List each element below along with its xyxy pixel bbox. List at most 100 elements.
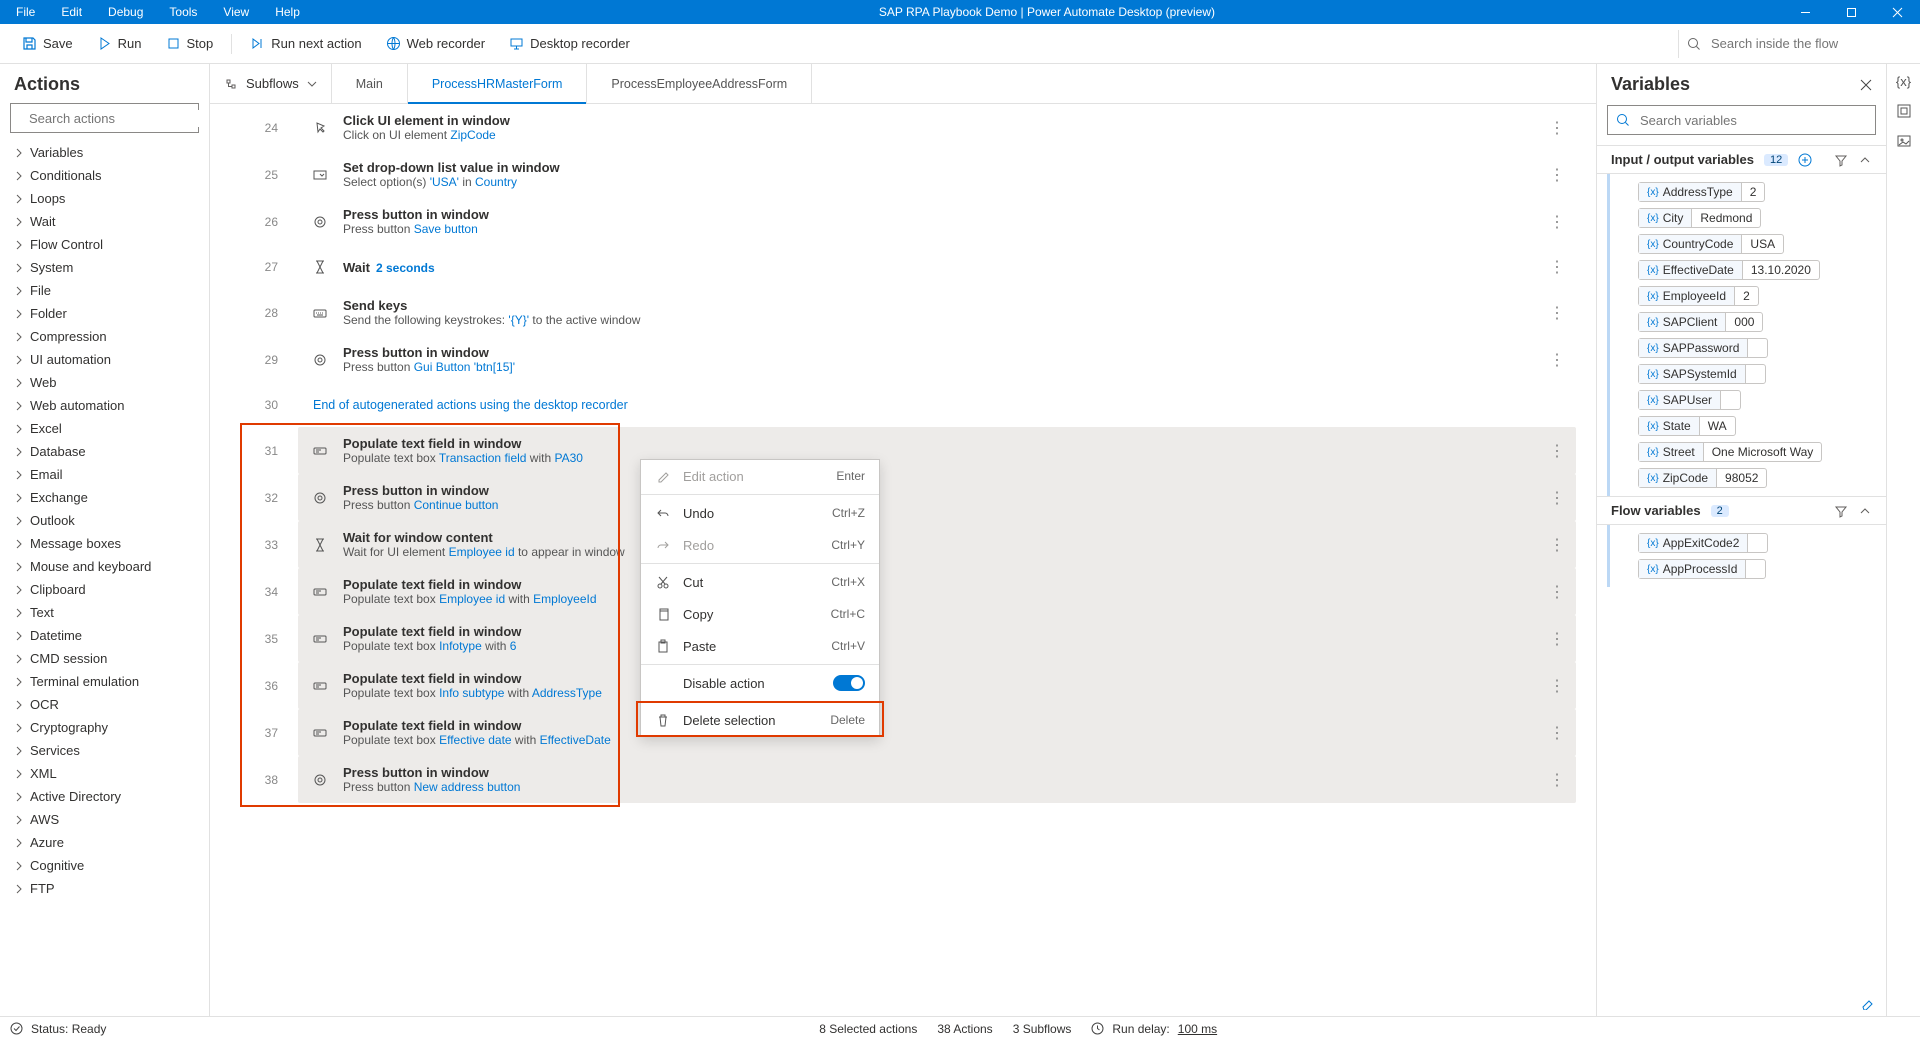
menu-debug[interactable]: Debug (96, 1, 155, 23)
web-recorder-button[interactable]: Web recorder (376, 32, 496, 55)
actions-category[interactable]: Message boxes (0, 532, 209, 555)
flow-canvas[interactable]: 24Click UI element in windowClick on UI … (210, 104, 1596, 1016)
variable-chip[interactable]: {x}AppExitCode2 (1638, 533, 1768, 553)
add-variable-button[interactable] (1798, 153, 1812, 167)
actions-category[interactable]: Services (0, 739, 209, 762)
menu-tools[interactable]: Tools (157, 1, 209, 23)
ctx-copy[interactable]: CopyCtrl+C (641, 598, 879, 630)
actions-category[interactable]: Cryptography (0, 716, 209, 739)
step-more-button[interactable]: ⋮ (1549, 212, 1565, 232)
flow-step[interactable]: Press button in windowPress button New a… (298, 756, 1576, 803)
actions-category[interactable]: FTP (0, 877, 209, 900)
step-more-button[interactable]: ⋮ (1549, 723, 1565, 743)
run-delay-value[interactable]: 100 ms (1178, 1022, 1217, 1036)
variable-chip[interactable]: {x}EmployeeId2 (1638, 286, 1759, 306)
step-more-button[interactable]: ⋮ (1549, 770, 1565, 790)
variable-chip[interactable]: {x}CountryCodeUSA (1638, 234, 1784, 254)
flow-search-input[interactable] (1709, 35, 1900, 52)
step-more-button[interactable]: ⋮ (1549, 629, 1565, 649)
actions-category[interactable]: Compression (0, 325, 209, 348)
actions-category[interactable]: Folder (0, 302, 209, 325)
actions-category[interactable]: Active Directory (0, 785, 209, 808)
variable-chip[interactable]: {x}ZipCode98052 (1638, 468, 1767, 488)
collapse-icon[interactable] (1858, 153, 1872, 167)
step-more-button[interactable]: ⋮ (1549, 350, 1565, 370)
flow-step[interactable]: Set drop-down list value in windowSelect… (298, 151, 1576, 198)
actions-category[interactable]: CMD session (0, 647, 209, 670)
actions-category[interactable]: Outlook (0, 509, 209, 532)
actions-category[interactable]: Mouse and keyboard (0, 555, 209, 578)
ui-elements-rail-icon[interactable] (1896, 103, 1912, 119)
desktop-recorder-button[interactable]: Desktop recorder (499, 32, 640, 55)
io-variables-header[interactable]: Input / output variables 12 (1597, 145, 1886, 174)
step-more-button[interactable]: ⋮ (1549, 488, 1565, 508)
variable-chip[interactable]: {x}StreetOne Microsoft Way (1638, 442, 1822, 462)
variable-chip[interactable]: {x}AppProcessId (1638, 559, 1766, 579)
ctx-delete[interactable]: Delete selectionDelete (641, 704, 879, 736)
actions-category[interactable]: Conditionals (0, 164, 209, 187)
maximize-button[interactable] (1828, 0, 1874, 24)
actions-category[interactable]: UI automation (0, 348, 209, 371)
variable-chip[interactable]: {x}CityRedmond (1638, 208, 1761, 228)
step-more-button[interactable]: ⋮ (1549, 441, 1565, 461)
variables-rail-icon[interactable]: {x} (1896, 74, 1911, 89)
menu-help[interactable]: Help (263, 1, 312, 23)
flow-step[interactable]: Click UI element in windowClick on UI el… (298, 104, 1576, 151)
flow-step[interactable]: Populate text field in windowPopulate te… (298, 568, 1576, 615)
menu-edit[interactable]: Edit (49, 1, 94, 23)
flow-step[interactable]: Populate text field in windowPopulate te… (298, 427, 1576, 474)
variable-chip[interactable]: {x}EffectiveDate13.10.2020 (1638, 260, 1820, 280)
step-more-button[interactable]: ⋮ (1549, 303, 1565, 323)
minimize-button[interactable] (1782, 0, 1828, 24)
actions-category[interactable]: File (0, 279, 209, 302)
close-button[interactable] (1874, 0, 1920, 24)
actions-category[interactable]: Excel (0, 417, 209, 440)
menu-file[interactable]: File (4, 1, 47, 23)
flow-step[interactable]: Populate text field in windowPopulate te… (298, 709, 1576, 756)
collapse-icon[interactable] (1858, 504, 1872, 518)
actions-search-input[interactable] (27, 110, 207, 127)
variable-chip[interactable]: {x}SAPPassword (1638, 338, 1768, 358)
step-more-button[interactable]: ⋮ (1549, 582, 1565, 602)
actions-search[interactable] (10, 103, 199, 133)
actions-category[interactable]: Web automation (0, 394, 209, 417)
actions-category[interactable]: OCR (0, 693, 209, 716)
flow-step[interactable]: Wait2 seconds⋮ (298, 245, 1576, 289)
step-more-button[interactable]: ⋮ (1549, 535, 1565, 555)
flow-step[interactable]: Press button in windowPress button Gui B… (298, 336, 1576, 383)
variable-chip[interactable]: {x}AddressType2 (1638, 182, 1765, 202)
subflow-tab[interactable]: ProcessEmployeeAddressForm (587, 64, 812, 103)
actions-category[interactable]: Web (0, 371, 209, 394)
subflows-toggle[interactable]: Subflows (210, 64, 332, 103)
eraser-icon[interactable] (1860, 996, 1874, 1010)
images-rail-icon[interactable] (1896, 133, 1912, 149)
actions-category[interactable]: Cognitive (0, 854, 209, 877)
subflow-tab[interactable]: ProcessHRMasterForm (408, 64, 588, 103)
flow-step[interactable]: Send keysSend the following keystrokes: … (298, 289, 1576, 336)
run-next-action-button[interactable]: Run next action (240, 32, 371, 55)
run-button[interactable]: Run (87, 32, 152, 55)
ctx-undo[interactable]: UndoCtrl+Z (641, 497, 879, 529)
variable-chip[interactable]: {x}SAPSystemId (1638, 364, 1766, 384)
actions-category[interactable]: Database (0, 440, 209, 463)
actions-category[interactable]: Loops (0, 187, 209, 210)
actions-category[interactable]: XML (0, 762, 209, 785)
actions-category[interactable]: Datetime (0, 624, 209, 647)
actions-category[interactable]: Wait (0, 210, 209, 233)
flow-step[interactable]: Press button in windowPress button Save … (298, 198, 1576, 245)
flow-step[interactable]: Press button in windowPress button Conti… (298, 474, 1576, 521)
actions-category[interactable]: Terminal emulation (0, 670, 209, 693)
ctx-cut[interactable]: CutCtrl+X (641, 566, 879, 598)
ctx-disable[interactable]: Disable action (641, 667, 879, 699)
flow-step[interactable]: Populate text field in windowPopulate te… (298, 662, 1576, 709)
step-more-button[interactable]: ⋮ (1549, 257, 1565, 277)
actions-category[interactable]: Flow Control (0, 233, 209, 256)
actions-category[interactable]: Exchange (0, 486, 209, 509)
actions-category[interactable]: Email (0, 463, 209, 486)
actions-category[interactable]: System (0, 256, 209, 279)
subflow-tab[interactable]: Main (332, 64, 408, 103)
flow-step[interactable]: Populate text field in windowPopulate te… (298, 615, 1576, 662)
variables-search-input[interactable] (1638, 112, 1867, 129)
actions-category[interactable]: Azure (0, 831, 209, 854)
flow-variables-header[interactable]: Flow variables 2 (1597, 496, 1886, 525)
